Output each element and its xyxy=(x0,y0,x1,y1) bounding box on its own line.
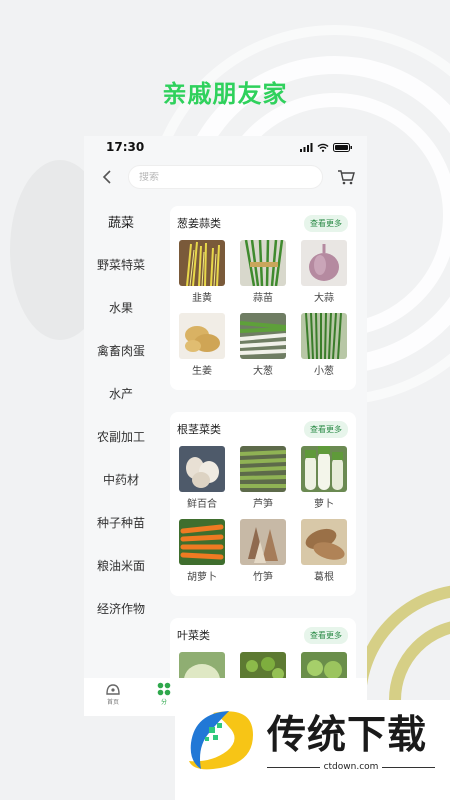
category-title: 葱姜蒜类 xyxy=(177,217,221,230)
sidebar-item-wild-vegetables[interactable]: 野菜特菜 xyxy=(84,243,158,286)
product-tile[interactable]: 葛根 xyxy=(301,519,347,585)
product-image xyxy=(240,313,286,359)
app-screen: 17:30 搜索 蔬菜 野菜特菜 水果 禽畜肉蛋 水产 农副加工 中药材 种子种… xyxy=(84,136,367,716)
sidebar-item-seeds[interactable]: 种子种苗 xyxy=(84,501,158,544)
top-bar xyxy=(84,162,367,192)
product-image xyxy=(240,519,286,565)
category-title: 叶菜类 xyxy=(177,629,210,642)
product-name: 竹笋 xyxy=(253,572,273,583)
product-name: 大葱 xyxy=(253,366,273,377)
promo-title: 亲戚朋友家 xyxy=(162,80,288,108)
product-tile[interactable]: 小葱 xyxy=(301,313,347,379)
product-name: 蒜苗 xyxy=(253,293,273,304)
category-sidebar: 蔬菜 野菜特菜 水果 禽畜肉蛋 水产 农副加工 中药材 种子种苗 粮油米面 经济… xyxy=(84,200,158,680)
product-tile[interactable]: 芦笋 xyxy=(240,446,286,512)
tab-home-label: 首页 xyxy=(106,699,119,706)
search-bar[interactable] xyxy=(128,165,323,189)
sidebar-item-fruit[interactable]: 水果 xyxy=(84,286,158,329)
product-image xyxy=(240,446,286,492)
brand-logo-icon xyxy=(189,711,253,770)
product-image xyxy=(240,240,286,286)
sidebar-item-aquatic[interactable]: 水产 xyxy=(84,372,158,415)
signal-icon xyxy=(300,142,313,152)
product-tile[interactable]: 大蒜 xyxy=(301,240,347,306)
product-tile[interactable]: 生姜 xyxy=(179,313,225,379)
product-tile[interactable]: 竹笋 xyxy=(240,519,286,585)
category-card: 葱姜蒜类 查看更多 韭黄 蒜苗 大蒜 生姜 大葱 小葱 xyxy=(170,206,356,390)
product-image xyxy=(301,313,347,359)
search-input[interactable] xyxy=(139,171,322,183)
view-more-button[interactable]: 查看更多 xyxy=(304,214,348,232)
sidebar-item-processed[interactable]: 农副加工 xyxy=(84,415,158,458)
product-tile[interactable]: 韭黄 xyxy=(179,240,225,306)
category-card: 根茎菜类 查看更多 鲜百合 芦笋 萝卜 胡萝卜 竹笋 葛根 xyxy=(170,412,356,596)
sidebar-item-meat-eggs[interactable]: 禽畜肉蛋 xyxy=(84,329,158,372)
cart-icon[interactable] xyxy=(336,167,356,187)
product-image xyxy=(301,240,347,286)
product-image xyxy=(179,446,225,492)
tab-home[interactable]: 首页 xyxy=(91,678,135,716)
product-name: 韭黄 xyxy=(192,293,212,304)
product-tile[interactable]: 萝卜 xyxy=(301,446,347,512)
watermark-logo: 传统下载 ctdown.com xyxy=(175,700,450,800)
tab-category-label: 分 xyxy=(160,699,167,706)
category-content: 葱姜蒜类 查看更多 韭黄 蒜苗 大蒜 生姜 大葱 小葱 根茎菜类 查看更多 鲜百… xyxy=(158,200,367,716)
sidebar-item-grain-oil[interactable]: 粮油米面 xyxy=(84,544,158,587)
status-time: 17:30 xyxy=(106,140,145,154)
product-name: 生姜 xyxy=(192,366,212,377)
product-name: 萝卜 xyxy=(314,499,334,510)
brand-url: ctdown.com xyxy=(323,762,379,772)
product-name: 葛根 xyxy=(314,572,334,583)
product-image xyxy=(179,519,225,565)
brand-name: 传统下载 xyxy=(267,713,428,758)
product-name: 芦笋 xyxy=(253,499,273,510)
wifi-icon xyxy=(317,143,329,152)
product-image xyxy=(179,313,225,359)
sidebar-item-herbs[interactable]: 中药材 xyxy=(84,458,158,501)
product-image xyxy=(301,519,347,565)
status-bar: 17:30 xyxy=(84,136,367,158)
battery-icon xyxy=(333,142,352,152)
product-name: 胡萝卜 xyxy=(187,572,217,583)
product-tile[interactable]: 鲜百合 xyxy=(179,446,225,512)
category-title: 根茎菜类 xyxy=(177,423,221,436)
home-icon xyxy=(106,684,120,695)
back-icon[interactable] xyxy=(92,162,122,192)
product-tile[interactable]: 胡萝卜 xyxy=(179,519,225,585)
product-tile[interactable]: 大葱 xyxy=(240,313,286,379)
product-image xyxy=(179,240,225,286)
view-more-button[interactable]: 查看更多 xyxy=(304,420,348,438)
category-icon xyxy=(157,682,171,696)
product-name: 大蒜 xyxy=(314,293,334,304)
product-image xyxy=(301,446,347,492)
product-name: 小葱 xyxy=(314,366,334,377)
product-tile[interactable]: 蒜苗 xyxy=(240,240,286,306)
sidebar-item-cash-crops[interactable]: 经济作物 xyxy=(84,587,158,630)
sidebar-item-vegetables[interactable]: 蔬菜 xyxy=(84,200,158,243)
view-more-button[interactable]: 查看更多 xyxy=(304,626,348,644)
product-name: 鲜百合 xyxy=(187,499,217,510)
